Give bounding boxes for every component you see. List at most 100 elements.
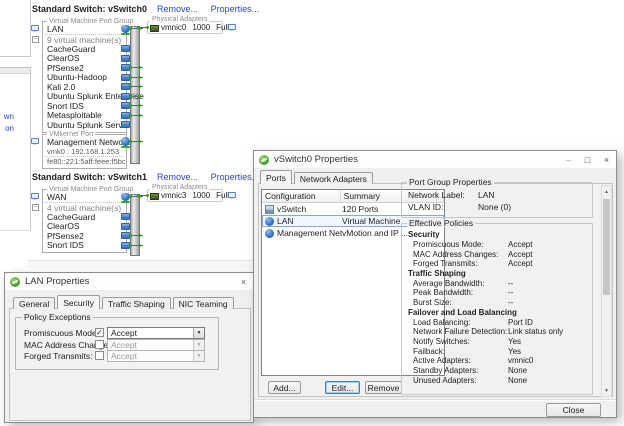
maximize-icon[interactable]: □: [578, 151, 597, 168]
scroll-down-icon[interactable]: ▼: [602, 385, 611, 396]
vmk-ipv4: vmk0 : 192.168.1.253: [43, 147, 126, 156]
port-group-name: WAN: [47, 192, 67, 202]
lan-dialog-titlebar[interactable]: LAN Properties ×: [5, 273, 253, 290]
effective-policies-group: Effective Policies Security Promiscuous …: [401, 223, 593, 395]
vmkernel-legend: VMkernel Port: [47, 131, 95, 138]
nic-name: vmnic0: [161, 23, 186, 32]
vm-name: Snort IDS: [47, 240, 84, 250]
scrollbar-thumb[interactable]: [603, 199, 610, 295]
policy-label: Load Balancing:: [413, 318, 508, 327]
vm-icon: [121, 121, 130, 128]
security-section-header: Security: [407, 230, 586, 240]
policy-label: Notify Switches:: [413, 337, 508, 346]
vswitch0-title: Standard Switch: vSwitch0: [32, 4, 147, 14]
row-config: Management Net...: [277, 228, 342, 238]
add-button[interactable]: Add...: [268, 381, 301, 394]
vm-row: Ubuntu Splunk Enterprise: [43, 92, 126, 102]
vmware-app-icon: [259, 155, 269, 165]
edit-button[interactable]: Edit...: [325, 381, 360, 394]
collapse-expander-icon[interactable]: −: [32, 36, 39, 43]
port-group-legend: Virtual Machine Port Group: [47, 18, 135, 25]
policy-value: Yes: [508, 347, 521, 356]
column-header-configuration[interactable]: Configuration: [262, 190, 341, 202]
check-icon: ✓: [96, 328, 103, 337]
policy-value: Accept: [508, 240, 532, 249]
policy-label: Standby Adapters:: [413, 366, 508, 375]
tab-security[interactable]: Security: [57, 295, 100, 309]
connection-line: [129, 235, 143, 236]
details-scrollbar[interactable]: ▲ ▼: [601, 185, 612, 397]
vm-name: Snort IDS: [47, 101, 84, 111]
tab-ports[interactable]: Ports: [260, 170, 292, 184]
connection-line: [129, 77, 143, 78]
note-bubble-icon: [228, 192, 236, 198]
connection-line: [129, 86, 143, 87]
left-panel-fragment-top: [0, 0, 31, 57]
minimize-icon[interactable]: –: [559, 151, 578, 168]
policy-exceptions-group: Policy Exceptions Promiscuous Mode: ✓ Ac…: [15, 317, 219, 370]
policy-value: --: [508, 288, 513, 297]
forged-transmits-value: Accept: [108, 351, 193, 361]
chevron-down-icon[interactable]: ▼: [193, 328, 204, 338]
tab-network-adapters[interactable]: Network Adapters: [294, 172, 373, 184]
vm-row: Kali 2.0: [43, 82, 126, 92]
vm-row: Ubuntu Splunk Server: [43, 120, 126, 130]
physical-adapters-legend: Physical Adapters: [150, 16, 210, 23]
effective-policies-title: Effective Policies: [407, 219, 475, 227]
vm-name: Kali 2.0: [47, 82, 75, 92]
port-group-icon: [265, 217, 274, 226]
vmkernel-row[interactable]: Management Network: [43, 137, 126, 147]
connection-line: [129, 141, 143, 142]
policy-value: vmnic0: [508, 356, 533, 365]
policy-label: Peak Bandwidth:: [413, 288, 508, 297]
vswitch-dialog-titlebar[interactable]: vSwitch0 Properties – □ ×: [254, 151, 616, 168]
port-group-row-wan[interactable]: WAN: [43, 192, 126, 202]
forged-transmits-label: Forged Transmits:: [24, 351, 93, 361]
vswitch0-diagram: Standard Switch: vSwitch0 Remove... Prop…: [32, 4, 238, 170]
close-icon[interactable]: ×: [234, 273, 253, 290]
tab-traffic-shaping[interactable]: Traffic Shaping: [102, 297, 171, 309]
vmk-ipv6: fe80::221:5aff:feee:f5bc: [43, 157, 126, 166]
lan-properties-dialog: LAN Properties × General Security Traffi…: [4, 272, 254, 423]
vswitch0-remove-link[interactable]: Remove...: [157, 4, 198, 14]
connection-line: [129, 67, 143, 68]
forged-transmits-checkbox[interactable]: ✓: [95, 351, 104, 360]
vswitch1-remove-link[interactable]: Remove...: [157, 172, 198, 182]
close-button[interactable]: Close: [546, 403, 601, 417]
vm-row: ClearOS: [43, 222, 126, 232]
policy-value: Accept: [508, 250, 532, 259]
vmware-app-icon: [10, 277, 20, 287]
vm-name: ClearOS: [47, 221, 80, 231]
promiscuous-mode-select[interactable]: Accept ▼: [107, 327, 205, 339]
port-group-legend: Virtual Machine Port Group: [47, 186, 135, 193]
nic-speed: 1000: [192, 191, 210, 200]
nic-icon: [150, 193, 159, 200]
promiscuous-mode-row: Promiscuous Mode: ✓ Accept ▼: [16, 327, 218, 338]
vm-row: Snort IDS: [43, 101, 126, 111]
policy-label: Forged Transmits:: [413, 259, 508, 268]
mac-address-changes-row: MAC Address Changes: ✓ Accept ▼: [16, 339, 218, 350]
port-group-row-lan[interactable]: LAN: [43, 24, 126, 34]
note-bubble-icon: [228, 24, 236, 30]
tab-nic-teaming[interactable]: NIC Teaming: [173, 297, 234, 309]
vswitch0-properties-link[interactable]: Properties...: [211, 4, 260, 14]
vm-name: PfSense2: [47, 63, 84, 73]
vswitch-icon: [265, 205, 274, 214]
remove-button[interactable]: Remove: [365, 381, 402, 394]
scroll-up-icon[interactable]: ▲: [602, 186, 611, 197]
mac-address-changes-checkbox[interactable]: ✓: [95, 340, 104, 349]
promiscuous-mode-checkbox[interactable]: ✓: [95, 328, 104, 337]
policy-label: Failback:: [413, 347, 508, 356]
vswitch1-properties-link[interactable]: Properties...: [211, 172, 260, 182]
row-config: vSwitch: [277, 204, 306, 214]
close-icon[interactable]: ×: [597, 151, 616, 168]
vswitch1-title: Standard Switch: vSwitch1: [32, 172, 147, 182]
truncated-link-1[interactable]: wn: [4, 112, 14, 121]
truncated-link-2[interactable]: on: [5, 124, 14, 133]
vm-name: CacheGuard: [47, 212, 95, 222]
tab-general[interactable]: General: [13, 297, 55, 309]
vm-row: Snort IDS: [43, 241, 126, 251]
policy-value: Link status only: [508, 327, 563, 336]
collapse-expander-icon[interactable]: −: [32, 204, 39, 211]
vm-icon: [121, 45, 130, 52]
